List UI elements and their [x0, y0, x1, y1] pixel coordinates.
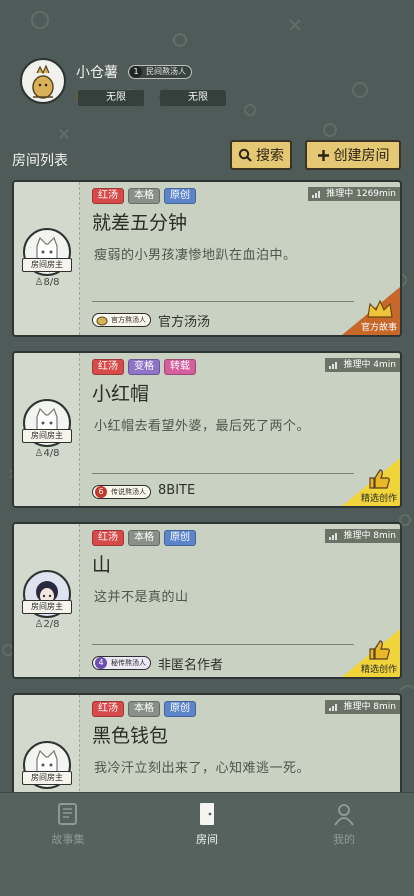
signal-bars-icon	[329, 533, 338, 540]
author-badge: 4 秘传熬汤人	[92, 656, 151, 670]
room-card[interactable]: 房间房主 ♙4/8 红汤 变格 转载 推理中 4min 小红帽 小红帽去看望外婆…	[12, 351, 402, 508]
room-owner-panel: 房间房主	[14, 695, 80, 801]
room-description: 瘦弱的小男孩凄惨地趴在血泊中。	[94, 248, 297, 263]
author-name: 非匿名作者	[158, 658, 224, 673]
plus-icon	[317, 149, 329, 161]
create-room-button[interactable]: 创建房间	[305, 140, 401, 170]
username: 小仓薯	[76, 65, 118, 81]
room-status: 推理中 8min	[325, 529, 400, 543]
tag: 原创	[164, 701, 196, 717]
room-card[interactable]: 房间房主 ♙8/8 红汤 本格 原创 推理中 1269min 就差五分钟 瘦弱的…	[12, 180, 402, 337]
corner-label: 精选创作	[360, 494, 397, 504]
room-title: 山	[92, 554, 112, 576]
room-status: 推理中 4min	[325, 358, 400, 372]
tab-stories[interactable]: 故事集	[28, 801, 108, 847]
room-card[interactable]: 房间房主 红汤 本格 原创 推理中 8min 黑色钱包 我冷汗立刻出来了，心知难…	[12, 693, 402, 803]
room-tags: 红汤 本格 原创	[92, 530, 196, 546]
tab-rooms[interactable]: 房间	[167, 801, 247, 847]
door-icon	[200, 803, 214, 825]
author-badge: 官方熬汤人	[92, 313, 151, 327]
user-avatar[interactable]	[20, 58, 66, 104]
signal-bars-icon	[329, 704, 338, 711]
owner-tag: 房间房主	[22, 600, 72, 614]
author-level: 4	[95, 657, 107, 669]
thumbs-up-icon	[369, 469, 390, 489]
room-tags: 红汤 变格 转载	[92, 359, 196, 375]
potato-mascot-icon	[32, 64, 54, 99]
room-status: 推理中 8min	[325, 700, 400, 714]
crown-icon	[367, 299, 393, 318]
potato-badge-icon	[96, 316, 108, 326]
book-icon	[58, 803, 77, 825]
room-description: 我冷汗立刻出来了，心知难逃一死。	[94, 761, 311, 776]
room-title: 黑色钱包	[92, 725, 169, 747]
room-status: 推理中 1269min	[308, 187, 400, 201]
signal-bars-icon	[329, 362, 338, 369]
tag: 红汤	[92, 701, 124, 717]
author-name: 8BITE	[158, 483, 196, 498]
search-icon	[238, 148, 252, 162]
tag: 原创	[164, 188, 196, 204]
corner-label: 精选创作	[360, 665, 397, 675]
tab-profile[interactable]: 我的	[304, 801, 384, 847]
coins-value: 无限	[78, 90, 144, 106]
room-card[interactable]: 房间房主 ♙2/8 红汤 本格 原创 推理中 8min 山 这并不是真的山 4 …	[12, 522, 402, 679]
player-count: ♙4/8	[34, 448, 60, 459]
room-tags: 红汤 本格 原创	[92, 188, 196, 204]
search-button[interactable]: 搜索	[230, 140, 292, 170]
level-title: 民间熬汤人	[146, 67, 186, 76]
user-level-badge: 1 民间熬汤人	[128, 65, 192, 79]
room-owner-panel: 房间房主 ♙2/8	[14, 524, 80, 677]
create-room-label: 创建房间	[333, 148, 390, 164]
player-count: ♙8/8	[34, 277, 60, 288]
author-level: 6	[95, 486, 107, 498]
profile-header: 小仓薯 1 民间熬汤人 无限 无限	[20, 58, 400, 112]
search-label: 搜索	[256, 148, 284, 164]
energy-value: 无限	[160, 90, 226, 106]
corner-label: 官方故事	[360, 323, 397, 333]
room-title: 就差五分钟	[92, 212, 188, 234]
divider	[92, 301, 354, 302]
bottom-tab-bar: 故事集 房间 我的	[0, 792, 414, 896]
signal-bars-icon	[312, 191, 321, 198]
tag: 红汤	[92, 530, 124, 546]
room-title: 小红帽	[92, 383, 150, 405]
user-icon	[334, 804, 354, 826]
thumbs-up-icon	[369, 640, 390, 660]
owner-tag: 房间房主	[22, 771, 72, 785]
room-list-title: 房间列表	[12, 153, 68, 169]
owner-tag: 房间房主	[22, 429, 72, 443]
tag: 变格	[128, 359, 160, 375]
tag: 本格	[128, 530, 160, 546]
divider	[92, 644, 354, 645]
room-owner-panel: 房间房主 ♙8/8	[14, 182, 80, 335]
owner-tag: 房间房主	[22, 258, 72, 272]
room-description: 这并不是真的山	[94, 590, 189, 605]
room-owner-panel: 房间房主 ♙4/8	[14, 353, 80, 506]
tag: 本格	[128, 701, 160, 717]
player-count: ♙2/8	[34, 619, 60, 630]
tag: 本格	[128, 188, 160, 204]
tag: 原创	[164, 530, 196, 546]
tag: 红汤	[92, 359, 124, 375]
author-badge: 6 传说熬汤人	[92, 485, 151, 499]
author-name: 官方汤汤	[158, 315, 211, 330]
room-tags: 红汤 本格 原创	[92, 701, 196, 717]
level-number: 1	[130, 66, 142, 78]
room-description: 小红帽去看望外婆，最后死了两个。	[94, 419, 311, 434]
tag: 转载	[164, 359, 196, 375]
divider	[92, 473, 354, 474]
tag: 红汤	[92, 188, 124, 204]
